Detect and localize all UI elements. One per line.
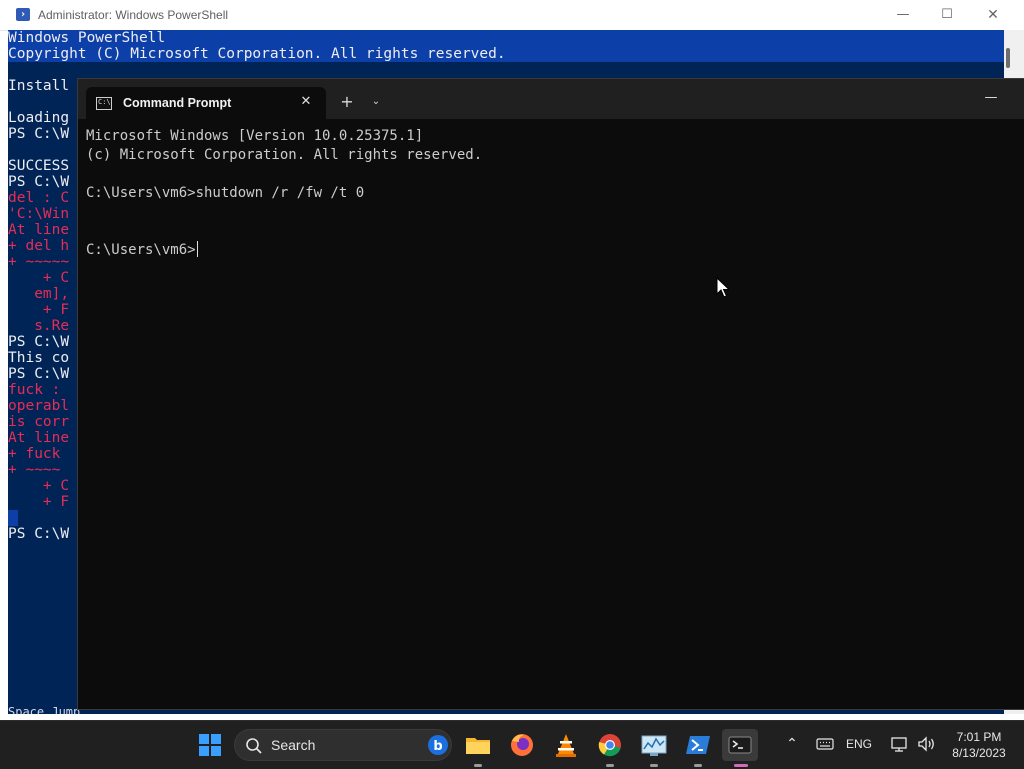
taskbar-powershell[interactable]	[680, 729, 716, 767]
taskbar-search-box[interactable]: Search b	[234, 729, 452, 761]
keyboard-icon[interactable]	[815, 735, 835, 753]
powershell-output-line: del : C	[8, 190, 70, 206]
clock[interactable]: 7:01 PM 8/13/2023	[944, 729, 1014, 761]
powershell-output-line: Copyright (C) Microsoft Corporation. All…	[8, 46, 506, 62]
chrome-icon	[598, 734, 621, 757]
text-selection-highlight	[8, 510, 18, 526]
powershell-output-line: Install	[8, 78, 70, 94]
show-hidden-icons-button[interactable]: ⌃	[782, 733, 802, 755]
close-tab-button[interactable]: ✕	[298, 93, 314, 111]
console-line: Microsoft Windows [Version 10.0.25375.1]	[86, 128, 424, 144]
taskbar-resource-monitor[interactable]	[636, 729, 672, 767]
powershell-output-line: PS C:\W	[8, 366, 70, 382]
powershell-output-line: + C	[8, 478, 70, 494]
minimize-button[interactable]: —	[978, 87, 1004, 109]
taskbar-vlc[interactable]	[548, 729, 584, 761]
input-language-indicator[interactable]: ENG	[846, 737, 872, 751]
taskbar-file-explorer[interactable]	[460, 729, 496, 767]
powershell-output-line: + F	[8, 302, 70, 318]
new-tab-button[interactable]: +	[336, 91, 358, 113]
windows-logo-icon	[199, 734, 221, 756]
taskbar-terminal[interactable]	[722, 729, 758, 767]
firefox-icon	[511, 734, 533, 756]
search-label: Search	[271, 737, 316, 753]
console-prompt: C:\Users\vm6>	[86, 242, 196, 258]
powershell-output-line: + del h	[8, 238, 70, 254]
search-icon	[246, 738, 262, 754]
powershell-output-line: Windows PowerShell	[8, 30, 166, 46]
powershell-output-line: + fuck	[8, 446, 70, 462]
console-line: (c) Microsoft Corporation. All rights re…	[86, 147, 483, 163]
taskbar: Search b ⌃ ENG 7:01 PM 8/13/2023	[0, 720, 1024, 769]
clock-time: 7:01 PM	[956, 730, 1002, 744]
powershell-output-line: + ~~~~	[8, 462, 61, 478]
powershell-output-line: PS C:\W	[8, 526, 70, 542]
clock-date: 8/13/2023	[952, 746, 1006, 760]
powershell-output-line: is corr	[8, 414, 70, 430]
terminal-tab-strip[interactable]: C:\ Command Prompt ✕ + ⌄ —	[78, 79, 1024, 119]
terminal-icon	[728, 736, 752, 754]
powershell-output-line: fuck :	[8, 382, 70, 398]
powershell-titlebar[interactable]: › Administrator: Windows PowerShell — ☐ …	[0, 0, 1024, 31]
running-indicator	[694, 764, 702, 767]
taskbar-firefox[interactable]	[504, 729, 540, 761]
powershell-output-line: This co	[8, 350, 70, 366]
vlc-cone-icon	[556, 734, 576, 757]
powershell-output-line: s.Re	[8, 318, 70, 334]
powershell-output-line: PS C:\W	[8, 126, 70, 142]
volume-icon[interactable]	[916, 734, 936, 754]
text-cursor	[196, 241, 198, 257]
command-prompt-console[interactable]: Microsoft Windows [Version 10.0.25375.1]…	[78, 119, 1024, 709]
command-prompt-icon: C:\	[96, 97, 112, 110]
command-prompt-icon-text: C:\	[98, 98, 111, 106]
powershell-output-line: PS C:\W	[8, 174, 70, 190]
taskbar-chrome[interactable]	[592, 729, 628, 767]
mouse-pointer-icon	[716, 277, 731, 298]
powershell-output-line: + ~~~~~	[8, 254, 70, 270]
powershell-output-line: operabl	[8, 398, 70, 414]
active-indicator	[734, 764, 748, 767]
terminal-window: C:\ Command Prompt ✕ + ⌄ — Microsoft Win…	[77, 78, 1024, 710]
start-button[interactable]	[192, 729, 228, 761]
svg-text:b: b	[433, 739, 442, 754]
powershell-output-line: SUCCESS	[8, 158, 70, 174]
powershell-output-line: PS C:\W	[8, 334, 70, 350]
chevron-down-icon[interactable]: ⌄	[366, 91, 386, 113]
tab-command-prompt[interactable]: C:\ Command Prompt ✕	[86, 87, 326, 119]
scrollbar-thumb[interactable]	[1006, 48, 1010, 68]
network-icon[interactable]	[890, 734, 910, 754]
powershell-output-line: At line	[8, 222, 70, 238]
minimize-button[interactable]: —	[880, 0, 926, 30]
bing-icon[interactable]: b	[427, 734, 449, 756]
close-button[interactable]: ✕	[970, 0, 1016, 30]
powershell-window-title: Administrator: Windows PowerShell	[38, 8, 229, 22]
powershell-output-line: em],	[8, 286, 70, 302]
running-indicator	[474, 764, 482, 767]
powershell-output-line: + C	[8, 270, 70, 286]
powershell-output-line: 'C:\Win	[8, 206, 70, 222]
powershell-output-line: Loading	[8, 110, 70, 126]
maximize-button[interactable]: ☐	[924, 0, 970, 30]
folder-icon	[466, 738, 490, 754]
running-indicator	[650, 764, 658, 767]
console-line: C:\Users\vm6>shutdown /r /fw /t 0	[86, 185, 365, 201]
running-indicator	[606, 764, 614, 767]
powershell-icon	[686, 736, 710, 754]
powershell-output-line: + F	[8, 494, 70, 510]
powershell-icon: ›	[16, 8, 30, 21]
powershell-output-line: At line	[8, 430, 70, 446]
tab-title: Command Prompt	[123, 96, 232, 110]
console-prompt-line: C:\Users\vm6>	[86, 241, 198, 260]
monitor-chart-icon	[641, 735, 667, 756]
